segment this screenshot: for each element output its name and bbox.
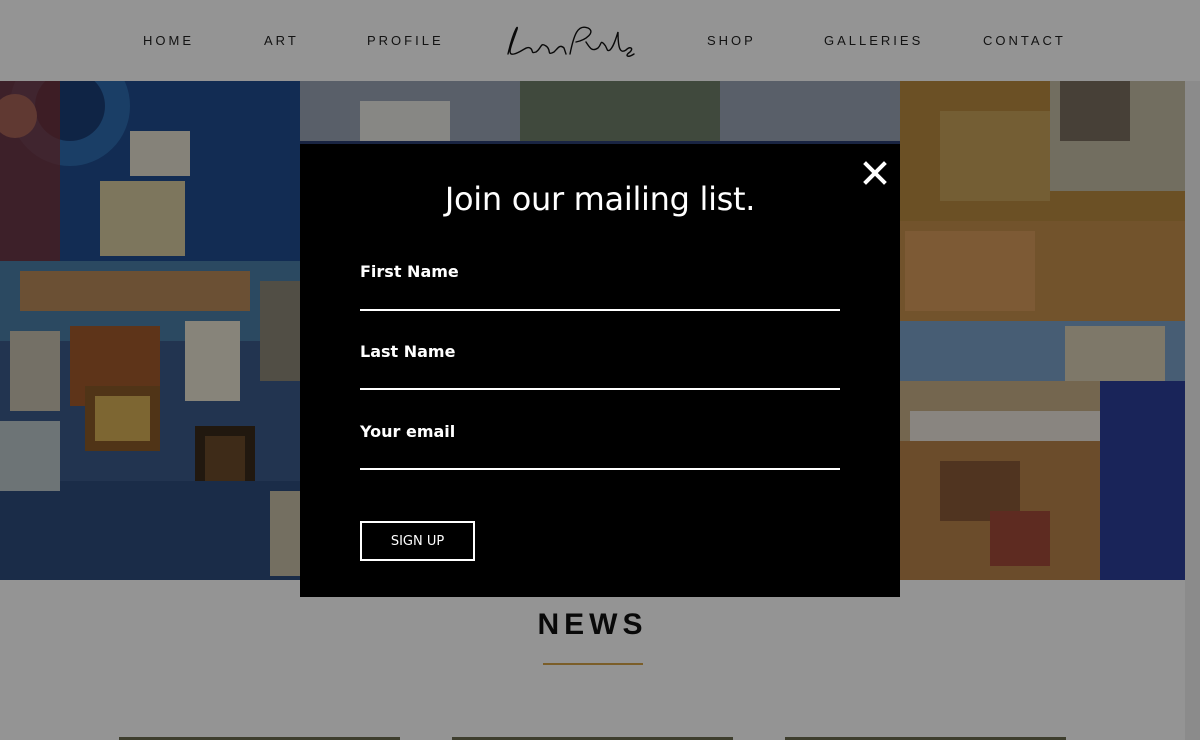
modal-title: Join our mailing list. (444, 180, 756, 218)
close-icon[interactable] (860, 158, 890, 188)
email-label: Your email (360, 422, 456, 441)
last-name-label: Last Name (360, 342, 456, 361)
last-name-input[interactable] (360, 364, 840, 390)
mailing-list-modal: Join our mailing list. First Name Last N… (300, 144, 900, 597)
first-name-input[interactable] (360, 285, 840, 311)
email-input[interactable] (360, 444, 840, 470)
first-name-label: First Name (360, 262, 459, 281)
sign-up-button[interactable]: SIGN UP (360, 521, 475, 561)
